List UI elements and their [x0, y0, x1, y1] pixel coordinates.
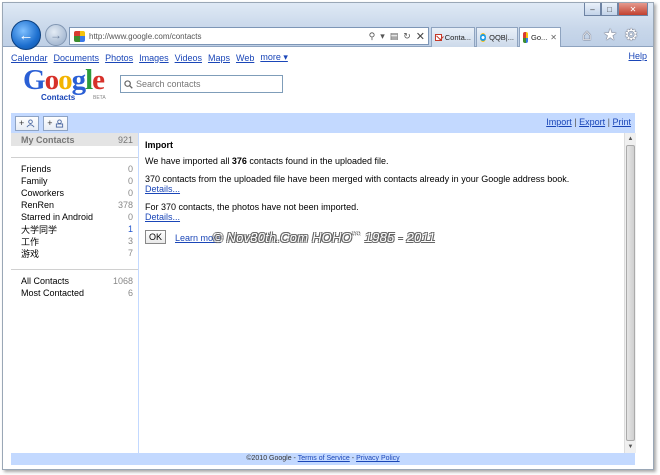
favorites-star-icon[interactable]: ★: [603, 28, 617, 44]
merge-details-link[interactable]: Details...: [145, 184, 180, 194]
scrollbar-thumb[interactable]: [626, 145, 635, 441]
tab-close-icon[interactable]: ✕: [550, 33, 557, 42]
tab-label: QQB|...: [489, 33, 514, 42]
sidebar-item-most-contacted[interactable]: Most Contacted 6: [11, 287, 138, 299]
forward-button[interactable]: →: [45, 24, 67, 46]
url-text[interactable]: http://www.google.com/contacts: [89, 32, 369, 41]
close-window-button[interactable]: ✕: [618, 3, 648, 16]
search-icon[interactable]: ⚲: [369, 31, 376, 42]
sidebar-item-renren[interactable]: RenRen 378: [11, 199, 138, 211]
back-arrow-icon: ←: [18, 26, 34, 44]
contacts-toolbar: + + Import | Export | Print: [11, 113, 635, 133]
sidebar-item-my-contacts[interactable]: My Contacts 921: [11, 133, 138, 146]
logo-subtitle: Contacts: [41, 93, 76, 102]
logo-beta: BETA: [93, 95, 106, 101]
nav-link-documents[interactable]: Documents: [54, 53, 100, 63]
logo-wordmark: Google: [23, 64, 105, 96]
nav-link-photos[interactable]: Photos: [105, 53, 133, 63]
stop-icon[interactable]: ✕: [416, 30, 425, 43]
search-icon: [124, 79, 133, 89]
google-contacts-logo[interactable]: Google Contacts BETA: [23, 65, 115, 103]
address-bar[interactable]: http://www.google.com/contacts ⚲ ▾ ▤ ↻ ✕: [69, 27, 429, 45]
tab-google-active[interactable]: Go... ✕: [519, 27, 561, 47]
tools-gear-icon[interactable]: ⚙: [624, 28, 638, 44]
print-link[interactable]: Print: [612, 117, 631, 127]
back-button[interactable]: ←: [11, 20, 41, 50]
sidebar-item-games[interactable]: 游戏 7: [11, 247, 138, 259]
tab-label: Go...: [531, 33, 548, 42]
person-icon: [26, 118, 35, 127]
help-link[interactable]: Help: [628, 51, 647, 61]
import-link[interactable]: Import: [546, 117, 572, 127]
browser-chrome: ← → http://www.google.com/contacts ⚲ ▾ ▤…: [3, 3, 653, 50]
page-footer: ©2010 Google - Terms of Service - Privac…: [11, 453, 635, 465]
scroll-up-icon[interactable]: ▲: [625, 133, 636, 145]
group-list: Friends 0 Family 0 Coworkers 0 RenRen 378 St…: [11, 157, 138, 259]
maximize-button[interactable]: □: [601, 3, 618, 16]
google-nav-bar: Calendar Documents Photos Images Videos …: [3, 51, 637, 64]
google-favicon-icon: [74, 30, 85, 42]
photos-details-link[interactable]: Details...: [145, 212, 180, 222]
dropdown-arrow-icon[interactable]: ▾: [380, 31, 385, 42]
privacy-link[interactable]: Privacy Policy: [356, 455, 400, 462]
system-group-list: All Contacts 1068 Most Contacted 6: [11, 269, 138, 299]
groups-sidebar: My Contacts 921 Friends 0 Family 0 Coworke…: [11, 133, 139, 453]
sidebar-item-friends[interactable]: Friends 0: [11, 163, 138, 175]
ok-button[interactable]: OK: [145, 230, 166, 244]
photos-message: For 370 contacts, the photos have not be…: [145, 202, 359, 212]
import-result-panel: Import We have imported all 376 contacts…: [140, 133, 624, 453]
nav-link-calendar[interactable]: Calendar: [11, 53, 48, 63]
sidebar-item-starred-android[interactable]: Starred in Android 0: [11, 211, 138, 223]
nav-link-maps[interactable]: Maps: [208, 53, 230, 63]
home-icon[interactable]: ⌂: [582, 28, 592, 44]
sidebar-item-all-contacts[interactable]: All Contacts 1068: [11, 275, 138, 287]
page-title: Import: [145, 140, 173, 150]
search-input[interactable]: [136, 79, 276, 89]
nav-link-web[interactable]: Web: [236, 53, 254, 63]
add-contact-button[interactable]: +: [15, 115, 40, 131]
search-box[interactable]: [120, 75, 283, 93]
vertical-scrollbar[interactable]: ▲ ▼: [624, 133, 636, 453]
sidebar-item-classmates[interactable]: 大学同学 1: [11, 223, 138, 235]
gmail-icon: [435, 34, 442, 41]
merge-message: 370 contacts from the uploaded file have…: [145, 174, 570, 184]
refresh-icon[interactable]: ↻: [403, 31, 411, 42]
nav-link-more[interactable]: more ▾: [260, 52, 288, 63]
export-link[interactable]: Export: [579, 117, 605, 127]
terms-link[interactable]: Terms of Service: [298, 455, 350, 462]
group-icon: [55, 118, 63, 128]
google-icon: [523, 32, 529, 43]
toolbar-actions: Import | Export | Print: [546, 117, 631, 127]
scroll-down-icon[interactable]: ▼: [625, 441, 636, 453]
add-group-button[interactable]: +: [43, 115, 68, 131]
import-summary: We have imported all 376 contacts found …: [145, 156, 389, 166]
qq-icon: [480, 33, 487, 42]
compatibility-view-icon[interactable]: ▤: [390, 31, 399, 42]
watermark: © Nov30th.Com HOHO`` 1985 - 2011: [213, 230, 436, 245]
tab-label: Conta...: [444, 33, 471, 42]
sidebar-item-work[interactable]: 工作 3: [11, 235, 138, 247]
nav-link-images[interactable]: Images: [139, 53, 169, 63]
forward-arrow-icon: →: [50, 28, 62, 42]
tab-contacts[interactable]: Conta...: [431, 27, 475, 47]
tab-qq[interactable]: QQB|...: [476, 27, 518, 47]
minimize-button[interactable]: –: [584, 3, 601, 16]
sidebar-item-family[interactable]: Family 0: [11, 175, 138, 187]
window-controls: – □ ✕: [584, 3, 648, 16]
sidebar-item-coworkers[interactable]: Coworkers 0: [11, 187, 138, 199]
nav-link-videos[interactable]: Videos: [175, 53, 202, 63]
browser-window: ← → http://www.google.com/contacts ⚲ ▾ ▤…: [2, 2, 654, 470]
